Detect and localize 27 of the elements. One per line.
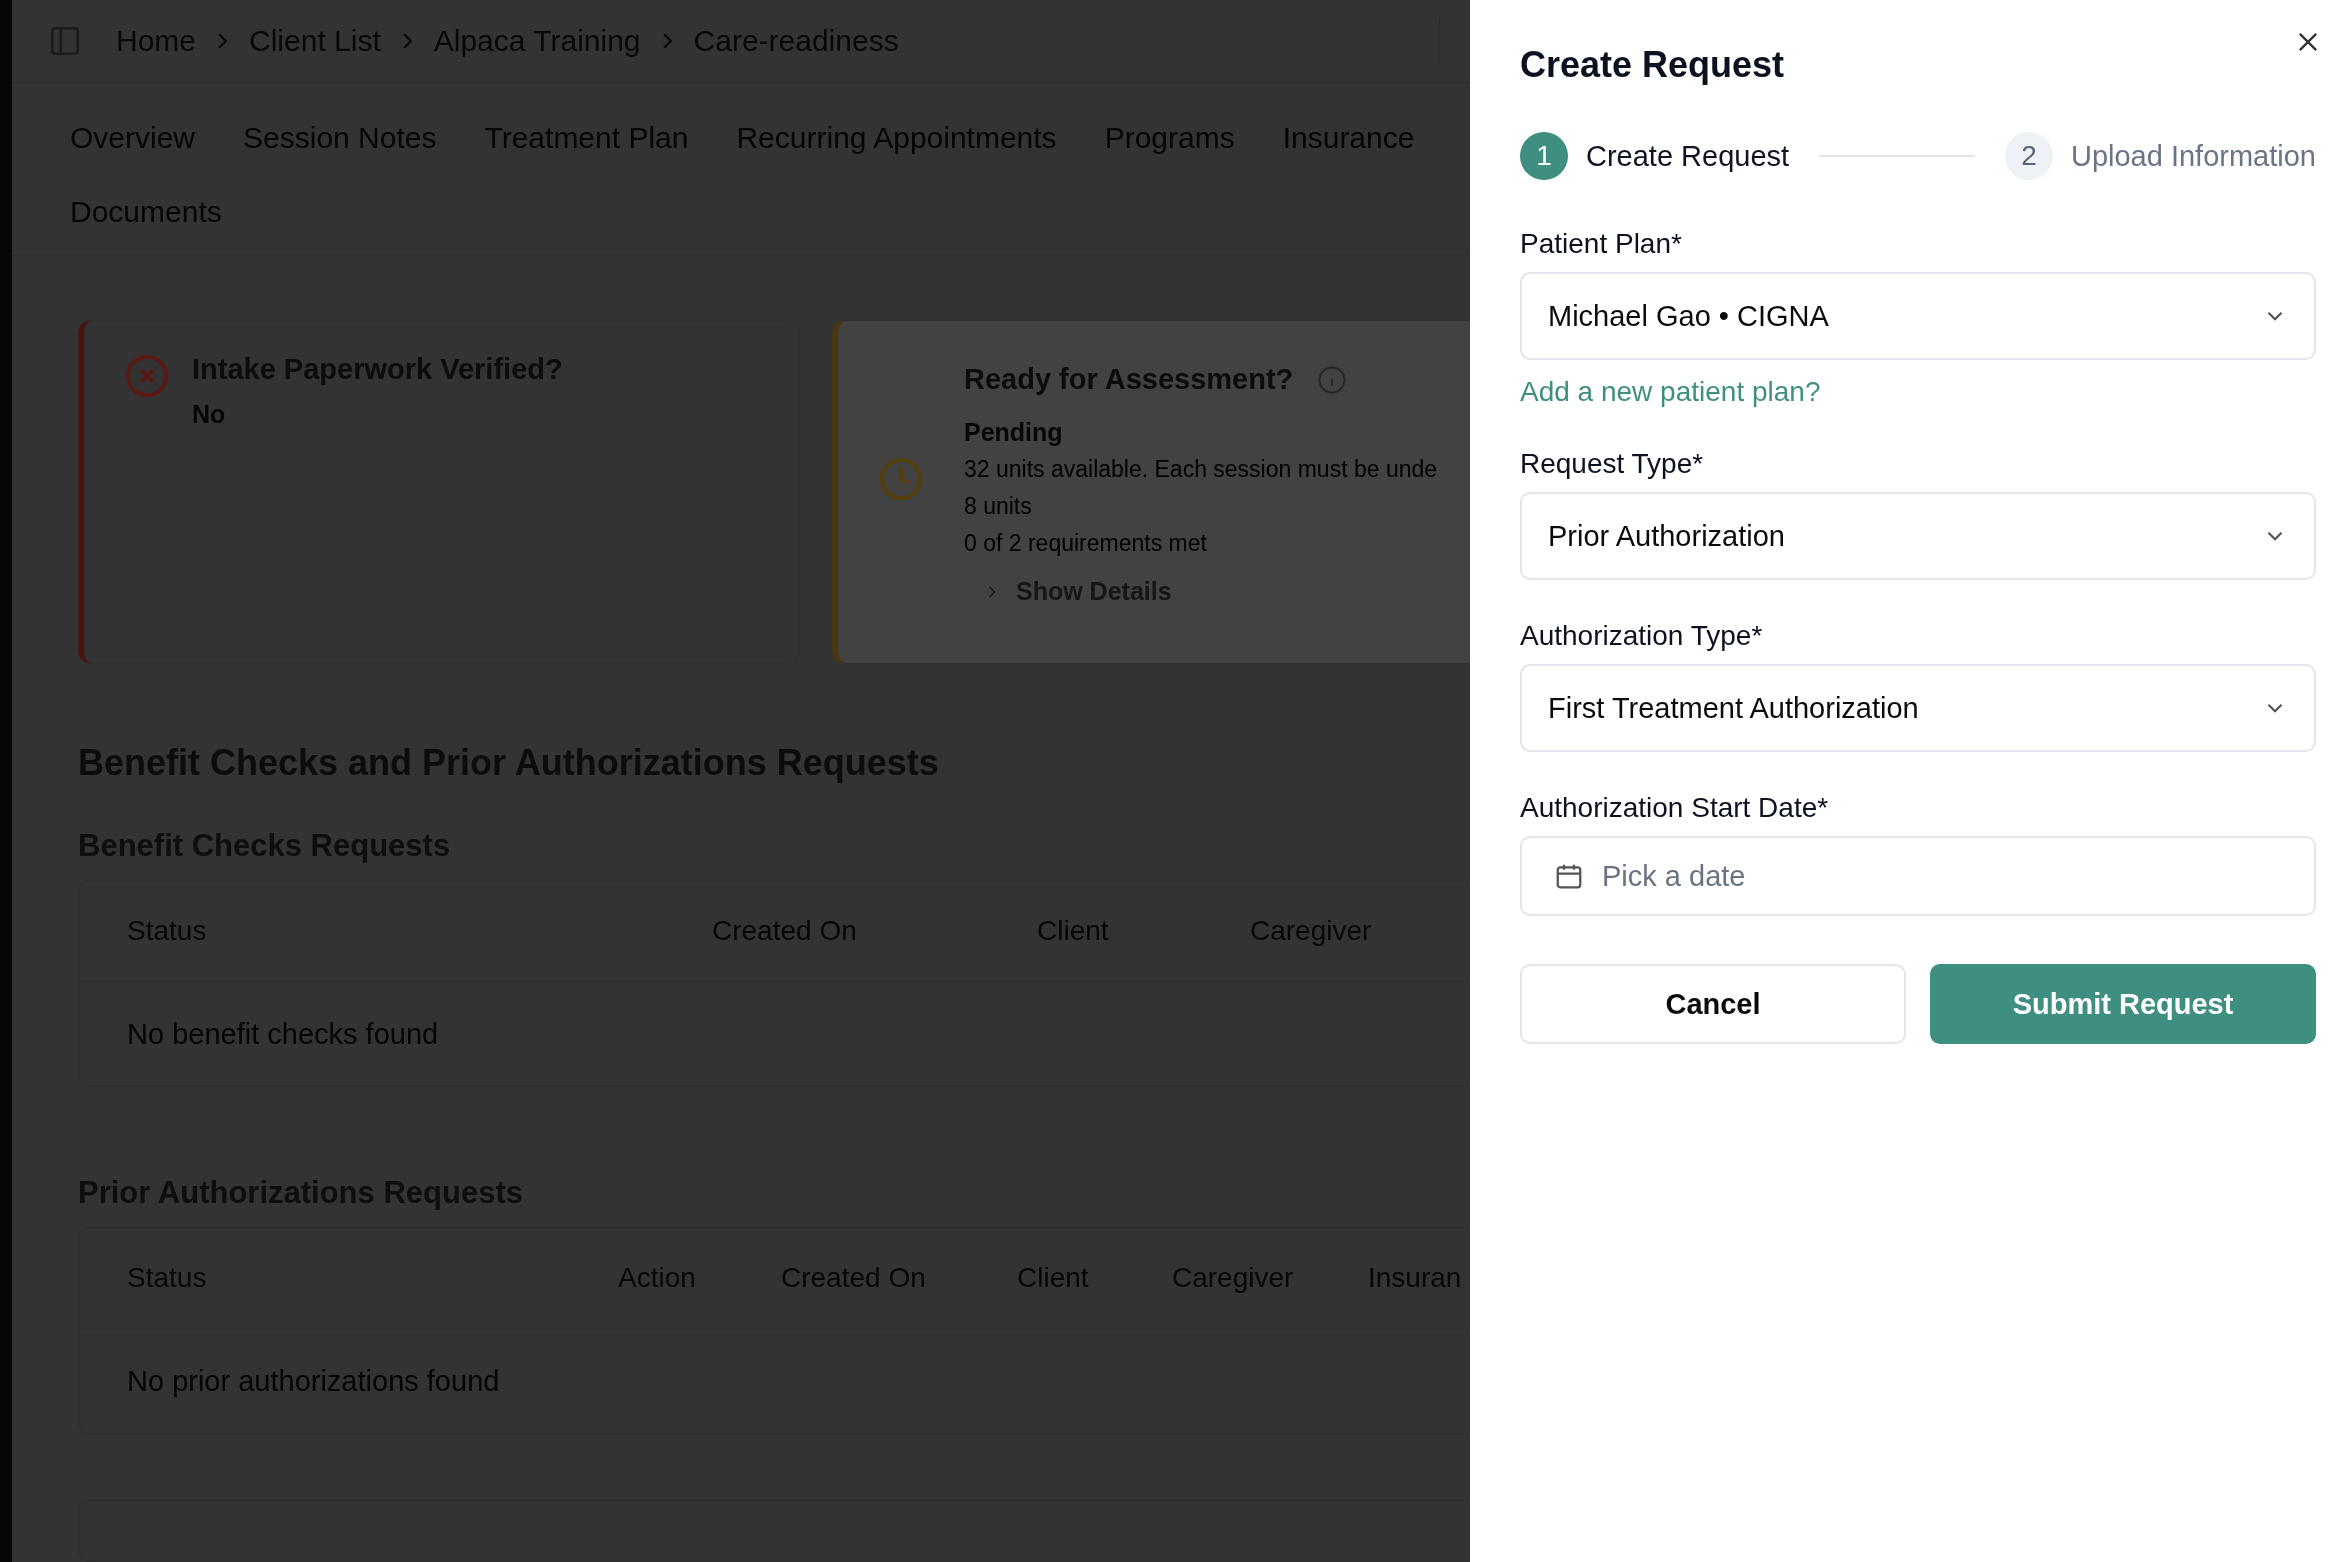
card-text: 0 of 2 requirements met — [964, 528, 1208, 558]
panel-title: Create Request — [1520, 44, 1786, 86]
date-field[interactable]: Pick a date — [1520, 836, 2316, 916]
sidebar-toggle-icon[interactable] — [48, 24, 82, 58]
chevron-right-icon — [662, 33, 672, 49]
field-label: Authorization Start Date* — [1520, 792, 1830, 824]
step-number: 2 — [2004, 132, 2053, 180]
field-label: Authorization Type* — [1520, 620, 1764, 652]
card-text: 32 units available. Each session must be unde — [964, 455, 1438, 484]
field-label: Patient Plan* — [1520, 228, 1683, 260]
select-field[interactable]: Michael Gao • CIGNA — [1520, 272, 2316, 360]
card-text: 8 units — [964, 491, 1033, 521]
status-text: Pending — [964, 418, 1064, 447]
chevron-right-icon — [218, 33, 228, 49]
info-icon[interactable] — [1317, 364, 1348, 395]
chevron-right-icon — [402, 33, 412, 49]
cancel-button[interactable]: Cancel — [1520, 964, 1906, 1044]
step-number: 1 — [1520, 132, 1568, 180]
select-field[interactable]: First Treatment Authorization — [1520, 664, 2316, 752]
x-circle-icon — [124, 353, 170, 399]
add-plan-link[interactable]: Add a new patient plan? — [1520, 376, 1821, 408]
submit-button[interactable]: Submit Request — [1930, 964, 2316, 1044]
step-label: Upload Information — [2070, 139, 2316, 173]
clock-icon — [878, 456, 924, 502]
field-label: Request Type* — [1520, 448, 1705, 480]
select-field[interactable]: Prior Authorization — [1520, 492, 2316, 580]
step-label: Create Request — [1586, 139, 1790, 173]
